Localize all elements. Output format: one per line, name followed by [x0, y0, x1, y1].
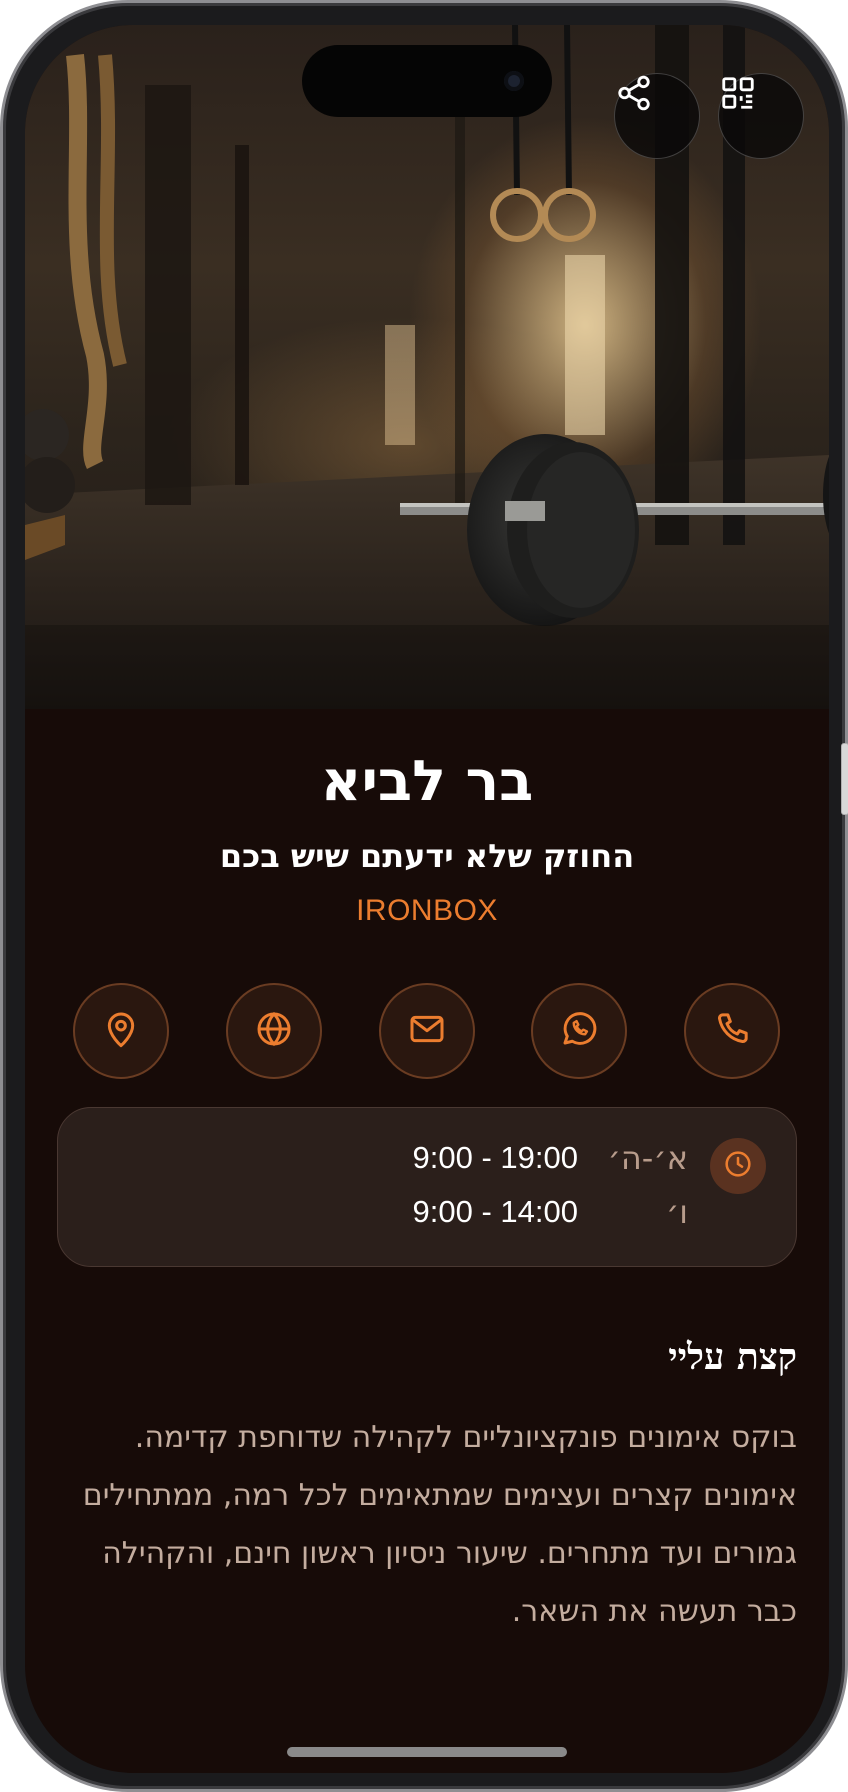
profile-tagline: החוזק שלא ידעתם שיש בכם	[219, 837, 635, 875]
qr-code-button[interactable]	[718, 73, 804, 159]
clock-badge	[710, 1138, 766, 1194]
phone-icon	[712, 1009, 752, 1054]
profile-name: בר לביא	[320, 749, 534, 814]
share-button[interactable]	[614, 73, 700, 159]
about-text: בוקס אימונים פונקציונליים לקהילה שדוחפת …	[82, 1420, 797, 1629]
phone-button[interactable]	[684, 983, 780, 1079]
front-camera	[504, 71, 524, 91]
dynamic-island	[302, 45, 552, 117]
hours-time: 9:00 - 14:00	[412, 1194, 578, 1229]
contact-actions	[25, 983, 829, 1079]
screen: בר לביא החוזק שלא ידעתם שיש בכם IRONBOX	[25, 25, 829, 1773]
hours-time: 9:00 - 19:00	[412, 1140, 578, 1175]
mail-icon	[407, 1009, 447, 1054]
website-button[interactable]	[226, 983, 322, 1079]
globe-icon	[254, 1009, 294, 1054]
whatsapp-button[interactable]	[531, 983, 627, 1079]
clock-icon	[722, 1148, 754, 1185]
home-indicator[interactable]	[287, 1747, 567, 1757]
about-title: קצת עליי	[668, 1336, 797, 1378]
company-name: IRONBOX	[356, 894, 498, 927]
side-button	[841, 743, 848, 815]
cover-image	[25, 25, 829, 709]
email-button[interactable]	[379, 983, 475, 1079]
gym-illustration	[25, 25, 829, 709]
location-button[interactable]	[73, 983, 169, 1079]
whatsapp-icon	[558, 1008, 600, 1055]
location-pin-icon	[101, 1009, 141, 1054]
phone-frame: בר לביא החוזק שלא ידעתם שיש בכם IRONBOX	[0, 0, 848, 1792]
opening-hours-card: א׳-ה׳ 9:00 - 19:00 ו׳ 9:00 - 14:00	[57, 1107, 797, 1267]
